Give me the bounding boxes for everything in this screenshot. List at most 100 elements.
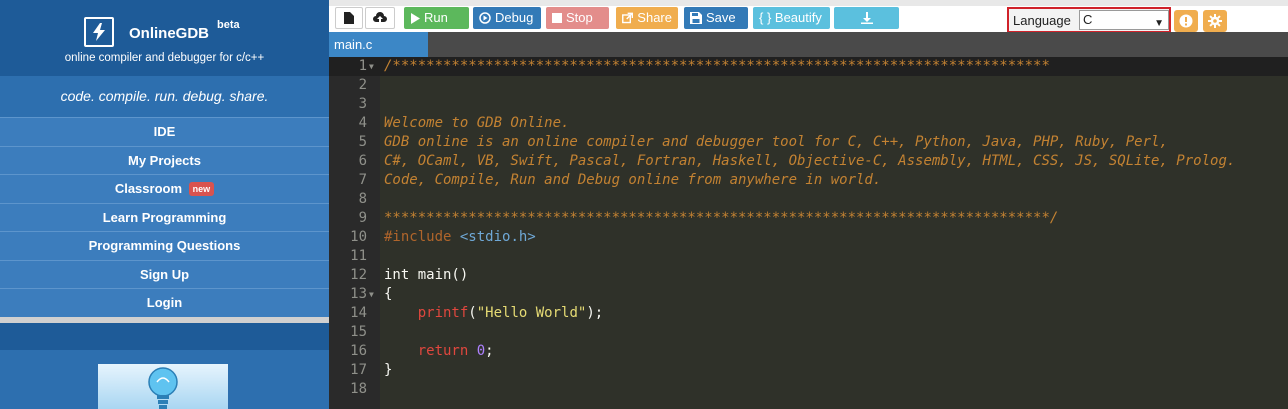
line-number: 17 [350, 362, 367, 378]
code-text: int main() [384, 267, 469, 283]
info-button[interactable] [1174, 10, 1198, 32]
code-text: GDB online is an online compiler and deb… [384, 134, 1168, 150]
debug-play-icon [479, 12, 491, 24]
debug-button[interactable]: Debug [473, 7, 541, 29]
ad-banner[interactable] [98, 364, 228, 409]
code-text: Code, Compile, Run and Debug online from… [384, 172, 882, 188]
code-line: 5 GDB online is an online compiler and d… [329, 133, 1288, 152]
line-number: 7 [358, 172, 367, 188]
brand-beta: beta [217, 19, 240, 31]
line-number: 9 [358, 210, 367, 226]
stop-label: Stop [566, 10, 593, 25]
stop-icon [552, 13, 562, 23]
code-line: 1 ▼ /***********************************… [329, 57, 1288, 76]
line-number: 10 [350, 229, 367, 245]
code-line: 9 **************************************… [329, 209, 1288, 228]
line-number: 14 [350, 305, 367, 321]
code-text: ****************************************… [384, 210, 1059, 226]
sidebar-item-learn-programming[interactable]: Learn Programming [0, 202, 329, 231]
line-number: 5 [358, 134, 367, 150]
code-line: 8 [329, 190, 1288, 209]
save-button[interactable]: Save [684, 7, 748, 29]
sidebar-item-label: Programming Questions [88, 238, 241, 253]
code-editor[interactable]: 1 ▼ /***********************************… [329, 57, 1288, 409]
line-number: 13 [350, 286, 367, 302]
tab-main-c[interactable]: main.c [329, 32, 428, 57]
code-text: C#, OCaml, VB, Swift, Pascal, Fortran, H… [384, 153, 1236, 169]
save-label: Save [706, 10, 736, 25]
code-line: 2 [329, 76, 1288, 95]
sidebar-item-programming-questions[interactable]: Programming Questions [0, 231, 329, 260]
sidebar-item-label: IDE [153, 124, 176, 139]
language-value: C [1083, 12, 1093, 27]
tagline: code. compile. run. debug. share. [0, 76, 329, 117]
new-file-button[interactable] [335, 7, 363, 29]
line-number: 12 [350, 267, 367, 283]
floppy-disk-icon [690, 12, 702, 24]
fold-arrow-icon[interactable]: ▼ [369, 57, 374, 76]
download-button[interactable] [834, 7, 899, 29]
exclamation-circle-icon [1179, 14, 1193, 28]
code-line: 11 [329, 247, 1288, 266]
download-icon [860, 12, 873, 24]
new-badge: new [188, 182, 215, 196]
sidebar-item-classroom[interactable]: Classroom new [0, 174, 329, 203]
sidebar-ad-header [0, 322, 329, 350]
stop-button[interactable]: Stop [546, 7, 609, 29]
code-line: 15 [329, 323, 1288, 342]
code-text: } [384, 362, 393, 378]
string-literal: "Hello World" [476, 305, 587, 321]
sidebar-item-label: My Projects [128, 152, 201, 168]
sidebar-item-label: Login [146, 295, 183, 310]
sidebar-item-my-projects[interactable]: My Projects [0, 145, 329, 174]
chevron-down-icon: ▼ [1154, 18, 1164, 29]
language-label: Language [1013, 13, 1071, 28]
share-icon [622, 12, 634, 24]
beautify-button[interactable]: { } Beautify [753, 7, 830, 29]
include-directive: #include [384, 229, 452, 245]
brand-header: OnlineGDB beta online compiler and debug… [0, 0, 329, 76]
upload-icon [373, 12, 387, 23]
lightbulb-icon [148, 367, 178, 409]
bolt-logo-icon[interactable] [84, 17, 114, 47]
settings-button[interactable] [1203, 10, 1227, 32]
run-label: Run [424, 10, 448, 25]
fold-arrow-icon[interactable]: ▼ [369, 285, 374, 304]
code-line: 16 return 0; [329, 342, 1288, 361]
line-number: 1 [358, 58, 367, 74]
brand-subtitle: online compiler and debugger for c/c++ [64, 52, 265, 64]
language-select[interactable]: C ▼ [1079, 10, 1169, 30]
line-number: 18 [350, 381, 367, 397]
line-number: 8 [358, 191, 367, 207]
line-number: 16 [350, 343, 367, 359]
sidebar-item-label: Learn Programming [102, 209, 227, 225]
share-button[interactable]: Share [616, 7, 678, 29]
share-label: Share [637, 10, 672, 25]
sidebar-item-label: Sign Up [139, 266, 190, 282]
code-line: 13 ▼ { [329, 285, 1288, 304]
line-number: 15 [350, 324, 367, 340]
code-line: 14 printf("Hello World"); [329, 304, 1288, 323]
file-icon [344, 12, 354, 24]
code-text: Welcome to GDB Online. [384, 115, 570, 131]
code-text: { [384, 286, 393, 302]
brand-name[interactable]: OnlineGDB [129, 25, 209, 42]
sidebar-item-label: Classroom [114, 181, 183, 196]
code-line: 18 [329, 380, 1288, 399]
line-number: 6 [358, 153, 367, 169]
run-button[interactable]: Run [404, 7, 469, 29]
include-header: <stdio.h> [459, 229, 536, 245]
line-number: 2 [358, 77, 367, 93]
sidebar: OnlineGDB beta online compiler and debug… [0, 0, 329, 409]
return-keyword: return [417, 343, 469, 359]
code-line: 10 #include <stdio.h> [329, 228, 1288, 247]
file-tab-bar: main.c [329, 32, 1288, 57]
return-value: 0 [476, 343, 486, 359]
code-text: /***************************************… [384, 58, 1050, 74]
sidebar-item-sign-up[interactable]: Sign Up [0, 259, 329, 288]
line-number: 11 [350, 248, 367, 264]
upload-button[interactable] [365, 7, 395, 29]
sidebar-item-ide[interactable]: IDE [0, 117, 329, 146]
debug-label: Debug [495, 10, 534, 25]
sidebar-item-login[interactable]: Login [0, 288, 329, 317]
